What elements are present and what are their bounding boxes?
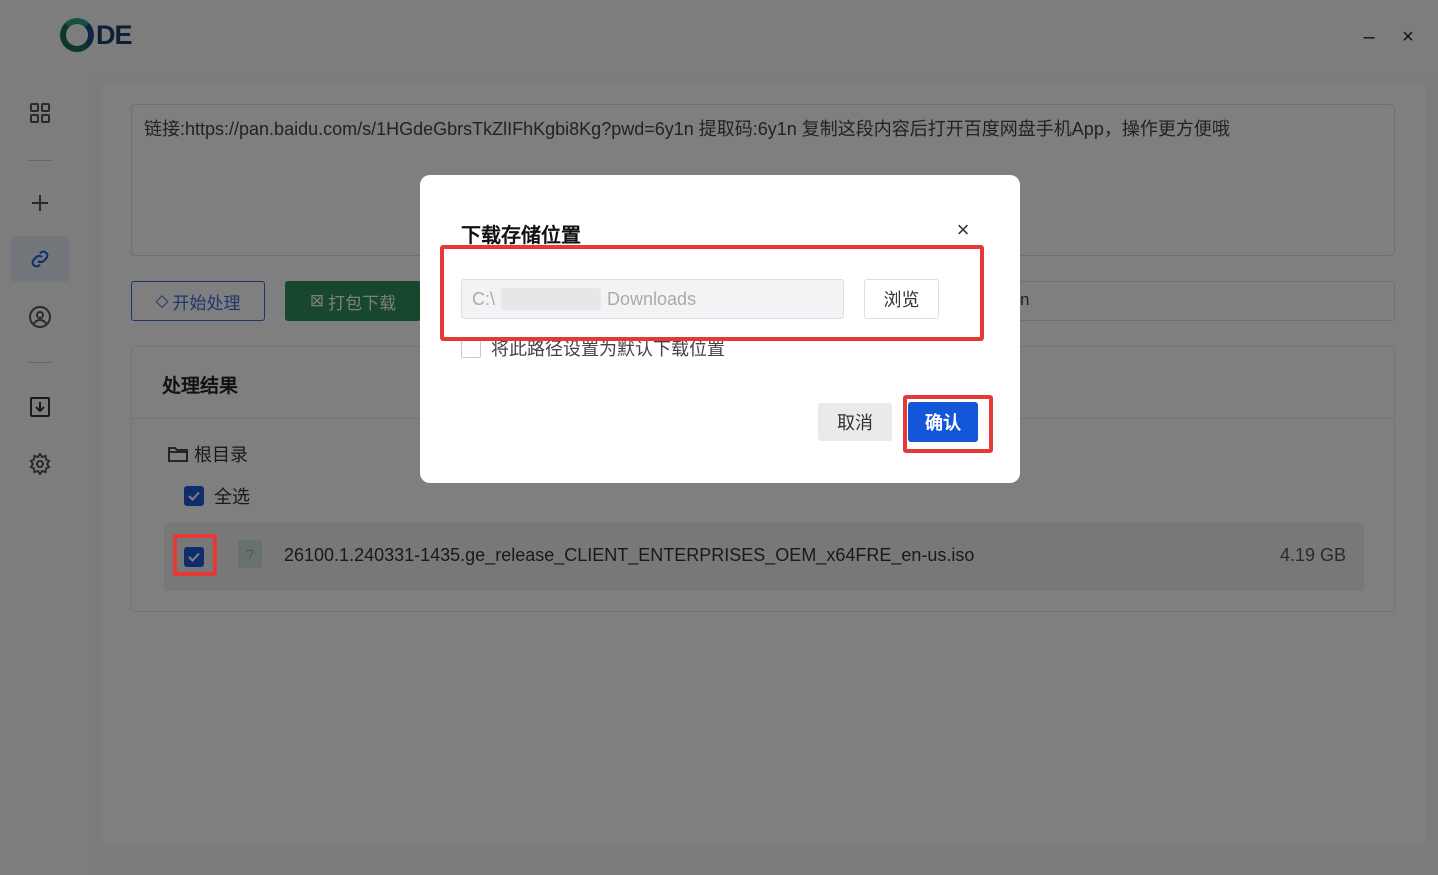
cancel-button[interactable]: 取消 [818, 403, 892, 441]
annotation-file-checkbox-highlight [173, 534, 217, 576]
annotation-path-highlight [440, 245, 984, 341]
checkbox-unchecked-icon [461, 338, 481, 358]
dialog-close-icon[interactable]: × [950, 217, 976, 243]
annotation-confirm-highlight [903, 395, 993, 453]
dialog-title: 下载存储位置 [461, 225, 581, 247]
